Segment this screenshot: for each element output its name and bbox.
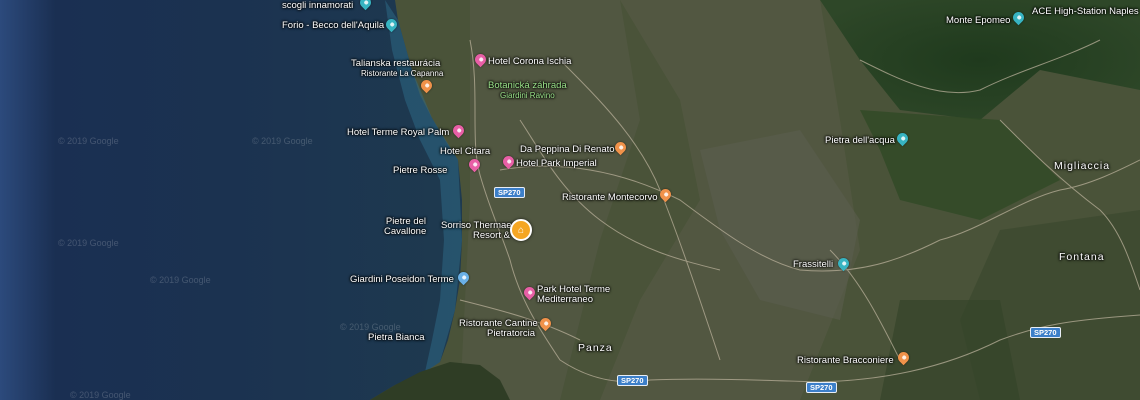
place-label-pietra-bianca: Pietra Bianca (368, 332, 425, 343)
satellite-map[interactable]: © 2019 Google © 2019 Google © 2019 Googl… (0, 0, 1140, 400)
place-label-giardini-poseidon[interactable]: Giardini Poseidon Terme (350, 274, 454, 285)
road-shield-sp270: SP270 (1030, 327, 1061, 338)
place-label-hotel-park-imperial[interactable]: Hotel Park Imperial (516, 158, 597, 169)
road-shield-sp270: SP270 (494, 187, 525, 198)
place-label-giardini-ravino[interactable]: Giardini Ravino (500, 90, 555, 101)
place-label-panza: Panza (578, 342, 613, 354)
place-label-pietre-rosse: Pietre Rosse (393, 165, 448, 176)
place-label-pietratorcia[interactable]: Pietratorcia (487, 328, 535, 339)
map-watermark: © 2019 Google (150, 275, 211, 285)
home-icon[interactable]: ⌂ (510, 219, 532, 241)
map-watermark: © 2019 Google (252, 136, 313, 146)
place-label-cavallone: Cavallone (384, 226, 427, 237)
place-label-frassitelli[interactable]: Frassitelli (793, 259, 833, 270)
place-label-mediterraneo[interactable]: Mediterraneo (537, 294, 593, 305)
place-label-pietra-dell-acqua[interactable]: Pietra dell'acqua (825, 135, 895, 146)
place-label-hotel-corona-ischia[interactable]: Hotel Corona Ischia (488, 56, 571, 67)
place-label-fontana: Fontana (1059, 251, 1105, 263)
map-watermark: © 2019 Google (70, 390, 131, 400)
place-label-hotel-citara[interactable]: Hotel Citara (440, 146, 490, 157)
map-watermark: © 2019 Google (58, 136, 119, 146)
road-shield-sp270: SP270 (806, 382, 837, 393)
place-label-sorriso-resort[interactable]: Resort & (473, 230, 510, 241)
place-label-la-capanna[interactable]: Ristorante La Capanna (361, 68, 443, 79)
place-label-ristorante-bracconiere[interactable]: Ristorante Bracconiere (797, 355, 894, 366)
place-label-forio[interactable]: Forio - Becco dell'Aquila (282, 20, 384, 31)
place-label-monte-epomeo[interactable]: Monte Epomeo (946, 15, 1010, 26)
place-label-ace-high-station[interactable]: ACE High-Station Naples (1032, 6, 1139, 17)
place-label-da-peppina[interactable]: Da Peppina Di Renato (520, 144, 615, 155)
place-label-scogli-innamorati[interactable]: scogli innamorati (282, 0, 353, 11)
place-label-ristorante-montecorvo[interactable]: Ristorante Montecorvo (562, 192, 658, 203)
place-label-hotel-terme-royal-palm[interactable]: Hotel Terme Royal Palm (347, 127, 449, 138)
road-shield-sp270: SP270 (617, 375, 648, 386)
map-watermark: © 2019 Google (58, 238, 119, 248)
place-label-migliaccia: Migliaccia (1054, 160, 1111, 172)
map-watermark: © 2019 Google (340, 322, 401, 332)
